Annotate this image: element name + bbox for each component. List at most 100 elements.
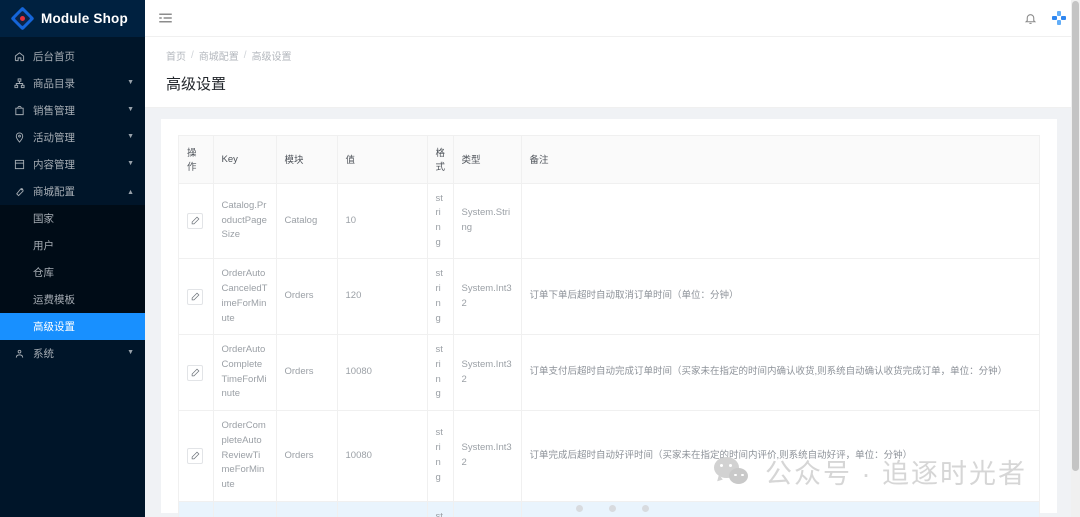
column-header-value: 值 xyxy=(337,136,428,184)
sidebar-item-shop-config[interactable]: 商城配置 ▼ xyxy=(0,178,145,205)
sidebar-item-sales[interactable]: 销售管理 ▼ xyxy=(0,97,145,124)
cell-action xyxy=(179,334,214,412)
content-wrapper: 操作 Key 模块 值 格式 类型 备注 Catalog.ProductPage… xyxy=(145,108,1080,517)
layout-icon xyxy=(13,159,26,170)
cell-module: Orders xyxy=(276,258,338,336)
sidebar-subitem-users[interactable]: 用户 xyxy=(0,232,145,259)
tag-icon xyxy=(13,132,26,143)
sidebar-item-label: 后台首页 xyxy=(33,51,75,63)
sidebar-subitem-shipping-template[interactable]: 运费模板 xyxy=(0,286,145,313)
wrench-icon xyxy=(13,186,26,197)
top-bar xyxy=(145,0,1080,37)
breadcrumb: 首页 / 商城配置 / 高级设置 xyxy=(166,48,1080,63)
cell-key: OrderAutoCompleteTimeForMinute xyxy=(213,334,277,412)
sidebar: Module Shop 后台首页 商品目录 ▼ 销售管理 ▼ 活动管理 ▼ 内容… xyxy=(0,0,145,517)
sidebar-item-dashboard[interactable]: 后台首页 xyxy=(0,43,145,70)
cell-module: Orders xyxy=(276,410,338,502)
page-footer xyxy=(145,505,1080,517)
scrollbar-thumb[interactable] xyxy=(1072,1,1079,471)
cell-action xyxy=(179,410,214,502)
sidebar-item-promotions[interactable]: 活动管理 ▼ xyxy=(0,124,145,151)
chevron-down-icon: ▼ xyxy=(127,160,134,167)
sidebar-item-label: 商品目录 xyxy=(33,78,75,90)
breadcrumb-item-advanced-settings: 高级设置 xyxy=(251,52,292,63)
sidebar-subitem-warehouse[interactable]: 仓库 xyxy=(0,259,145,286)
settings-table-container: 操作 Key 模块 值 格式 类型 备注 Catalog.ProductPage… xyxy=(178,135,1040,517)
cell-value: 10 xyxy=(337,183,428,260)
footer-item xyxy=(642,505,649,512)
cell-value: 120 xyxy=(337,258,428,336)
sidebar-subitem-advanced-settings[interactable]: 高级设置 xyxy=(0,313,145,340)
settings-card: 操作 Key 模块 值 格式 类型 备注 Catalog.ProductPage… xyxy=(161,119,1057,517)
cell-key: Catalog.ProductPageSize xyxy=(213,183,277,260)
cell-action xyxy=(179,183,214,260)
footer-item xyxy=(576,505,583,512)
bell-icon[interactable] xyxy=(1024,12,1037,25)
sidebar-item-label: 内容管理 xyxy=(33,159,75,171)
table-header-row: 操作 Key 模块 值 格式 类型 备注 xyxy=(179,136,1039,184)
chevron-down-icon: ▼ xyxy=(127,133,134,140)
cell-type: System.Int32 xyxy=(453,258,522,336)
table-body: Catalog.ProductPageSize Catalog 10 strin… xyxy=(179,183,1039,517)
diamond-logo-icon xyxy=(10,6,35,31)
sidebar-subitem-label: 用户 xyxy=(33,240,54,252)
sidebar-item-label: 活动管理 xyxy=(33,132,75,144)
cell-key: OrderAutoCanceledTimeForMinute xyxy=(213,258,277,336)
shopping-bag-icon xyxy=(13,105,26,116)
home-icon xyxy=(13,51,26,62)
page-vertical-scrollbar[interactable] xyxy=(1071,0,1080,517)
edit-pencil-icon[interactable] xyxy=(187,447,203,464)
cell-remark: 订单完成后超时自动好评时间（买家未在指定的时间内评价,则系统自动好评，单位：分钟… xyxy=(521,410,1039,502)
chevron-up-icon: ▼ xyxy=(127,188,134,195)
table-row: OrderAutoCanceledTimeForMinute Orders 12… xyxy=(179,258,1039,336)
cell-module: Orders xyxy=(276,334,338,412)
sidebar-submenu-shop-config: 国家 用户 仓库 运费模板 高级设置 xyxy=(0,205,145,340)
page-header: 首页 / 商城配置 / 高级设置 高级设置 xyxy=(145,37,1080,108)
apps-cluster-icon[interactable] xyxy=(1052,11,1066,25)
chevron-down-icon: ▼ xyxy=(127,349,134,356)
edit-pencil-icon[interactable] xyxy=(187,288,203,305)
cell-module: Catalog xyxy=(276,183,338,260)
menu-fold-icon[interactable] xyxy=(158,11,173,26)
cell-action xyxy=(179,258,214,336)
main-area: 首页 / 商城配置 / 高级设置 高级设置 操作 Key 模块 值 格式 类型 … xyxy=(145,0,1080,517)
cell-remark xyxy=(521,183,1039,260)
cell-format: string xyxy=(427,410,454,502)
breadcrumb-item-home[interactable]: 首页 xyxy=(166,48,186,63)
sidebar-item-label: 系统 xyxy=(33,348,54,360)
column-header-key: Key xyxy=(213,136,277,184)
cell-format: string xyxy=(427,258,454,336)
sidebar-subitem-countries[interactable]: 国家 xyxy=(0,205,145,232)
column-header-type: 类型 xyxy=(453,136,522,184)
sitemap-icon xyxy=(13,78,26,89)
cell-value: 10080 xyxy=(337,334,428,412)
cell-key: OrderCompleteAutoReviewTimeForMinute xyxy=(213,410,277,502)
brand-name: Module Shop xyxy=(41,11,128,26)
table-head: 操作 Key 模块 值 格式 类型 备注 xyxy=(179,136,1039,184)
footer-item xyxy=(609,505,616,512)
sidebar-item-label: 商城配置 xyxy=(33,186,75,198)
page-title: 高级设置 xyxy=(166,76,227,93)
sidebar-subitem-label: 运费模板 xyxy=(33,294,75,306)
sidebar-item-catalog[interactable]: 商品目录 ▼ xyxy=(0,70,145,97)
column-header-remark: 备注 xyxy=(521,136,1039,184)
sidebar-item-system[interactable]: 系统 ▼ xyxy=(0,340,145,367)
breadcrumb-separator: / xyxy=(243,50,247,61)
user-gear-icon xyxy=(13,348,26,359)
sidebar-subitem-label: 仓库 xyxy=(33,267,54,279)
topbar-icons xyxy=(1024,11,1066,25)
breadcrumb-item-shop-config[interactable]: 商城配置 xyxy=(199,48,239,63)
app-root: Module Shop 后台首页 商品目录 ▼ 销售管理 ▼ 活动管理 ▼ 内容… xyxy=(0,0,1080,517)
cell-type: System.Int32 xyxy=(453,334,522,412)
cell-remark: 订单下单后超时自动取消订单时间（单位：分钟） xyxy=(521,258,1039,336)
brand-logo[interactable]: Module Shop xyxy=(0,0,145,37)
cell-value: 10080 xyxy=(337,410,428,502)
table-row: OrderCompleteAutoReviewTimeForMinute Ord… xyxy=(179,410,1039,502)
sidebar-subitem-label: 高级设置 xyxy=(33,321,75,333)
edit-pencil-icon[interactable] xyxy=(187,364,203,381)
column-header-module: 模块 xyxy=(276,136,338,184)
edit-pencil-icon[interactable] xyxy=(187,212,203,229)
sidebar-item-content[interactable]: 内容管理 ▼ xyxy=(0,151,145,178)
cell-format: string xyxy=(427,334,454,412)
cell-type: System.Int32 xyxy=(453,410,522,502)
